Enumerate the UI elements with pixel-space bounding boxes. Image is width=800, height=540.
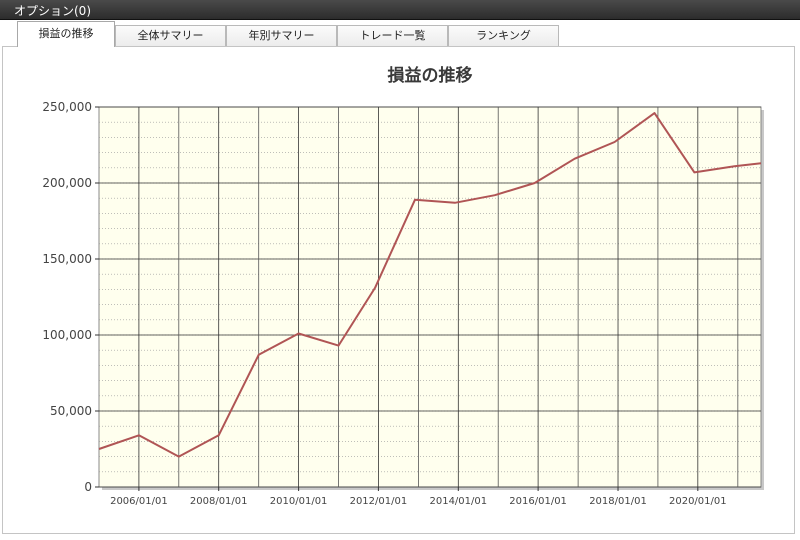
y-tick-label: 150,000 — [42, 252, 92, 266]
y-tick-label: 0 — [84, 480, 92, 494]
profit-chart: 損益の推移 0 50,000 100,000 150,000 200,000 250,00… — [42, 65, 764, 507]
x-tick-label: 2010/01/01 — [270, 496, 328, 507]
chart-title: 損益の推移 — [388, 65, 473, 86]
x-tick-label: 2016/01/01 — [509, 496, 567, 507]
x-tick-label: 2014/01/01 — [429, 496, 487, 507]
x-tick-label: 2018/01/01 — [589, 496, 647, 507]
tab-profit-transition[interactable]: 損益の推移 — [17, 21, 115, 47]
x-tick-label: 2008/01/01 — [190, 496, 248, 507]
y-tick-label: 200,000 — [42, 176, 92, 190]
x-tick-label: 2006/01/01 — [110, 496, 168, 507]
y-tick-label: 250,000 — [42, 100, 92, 114]
plot-area — [98, 106, 762, 488]
x-tick-label: 2012/01/01 — [350, 496, 408, 507]
y-tick-label: 100,000 — [42, 328, 92, 342]
y-tick-label: 50,000 — [50, 404, 92, 418]
x-tick-label: 2020/01/01 — [669, 496, 727, 507]
